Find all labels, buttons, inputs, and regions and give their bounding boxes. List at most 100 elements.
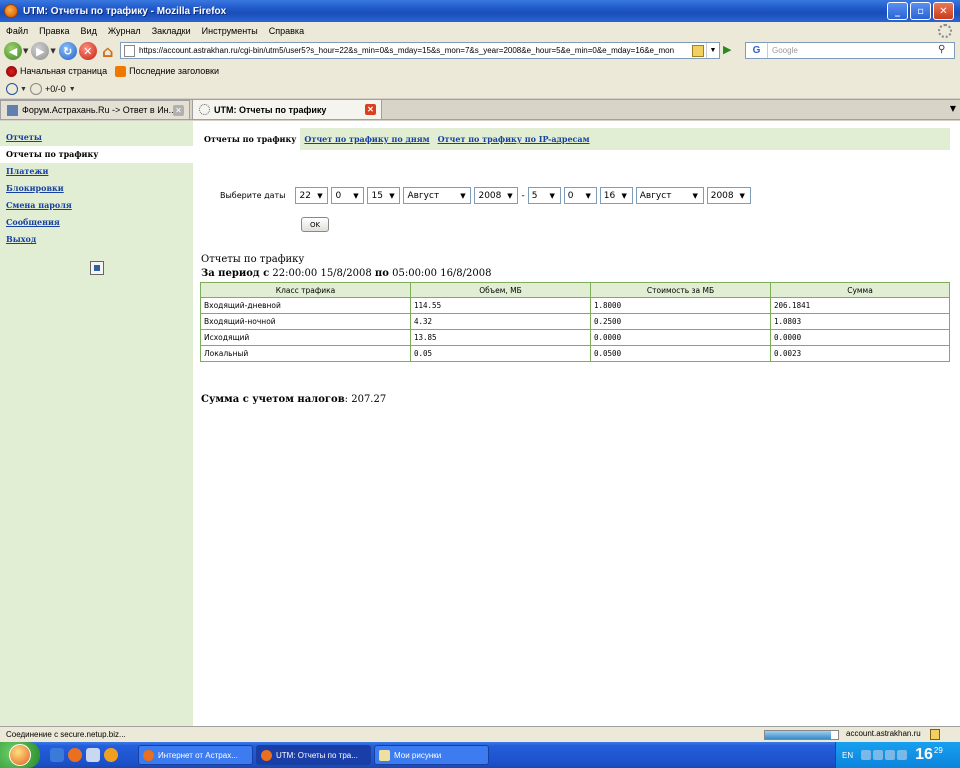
stop-icon[interactable]: ✕ <box>78 42 97 60</box>
taskbar-item-internet[interactable]: Интернет от Астрах... <box>138 745 253 765</box>
url-history-dropdown-icon[interactable]: ▼ <box>706 43 719 58</box>
bookmark-latest-headlines[interactable]: Последние заголовки <box>115 65 219 77</box>
show-desktop-icon[interactable] <box>86 748 100 762</box>
end-day-select[interactable]: 16 ▼ <box>599 187 633 204</box>
chevron-down-icon: ▼ <box>692 191 698 200</box>
table-cell: Исходящий <box>200 329 411 346</box>
title-bar: UTM: Отчеты по трафику - Mozilla Firefox… <box>0 0 960 22</box>
extension-icon[interactable] <box>6 83 18 95</box>
end-min-select[interactable]: 0 ▼ <box>563 187 597 204</box>
go-arrow-icon[interactable]: ▶ <box>723 43 737 57</box>
end-month-select[interactable]: Август ▼ <box>635 187 704 204</box>
tray-network-icon[interactable] <box>873 750 884 760</box>
start-month-select[interactable]: Август ▼ <box>403 187 472 204</box>
tab-close-icon[interactable]: ✕ <box>173 105 184 116</box>
bookmark-home-page[interactable]: Начальная страница <box>6 65 107 77</box>
tab-close-icon[interactable]: ✕ <box>365 104 376 115</box>
start-button[interactable] <box>0 742 40 768</box>
clock[interactable]: 16 29 <box>915 746 943 764</box>
taskbar-item-my-pictures[interactable]: Мои рисунки <box>374 745 489 765</box>
reload-icon[interactable]: ↻ <box>58 42 77 60</box>
end-hour-select[interactable]: 5 ▼ <box>527 187 561 204</box>
tab-strip: Форум.Астрахань.Ru -> Ответ в Ин... ✕ UT… <box>0 99 960 120</box>
ie-icon[interactable] <box>50 748 64 762</box>
sidebar-item-messages[interactable]: Сообщения <box>0 214 193 231</box>
firefox-quicklaunch-icon[interactable] <box>68 748 82 762</box>
task-label: Мои рисунки <box>394 750 442 760</box>
sidebar-item-logout[interactable]: Выход <box>0 231 193 248</box>
ok-button[interactable]: OK <box>301 217 329 232</box>
menu-file[interactable]: Файл <box>6 26 28 36</box>
google-engine-icon[interactable]: G <box>746 43 768 58</box>
bookmarks-toolbar: Начальная страница Последние заголовки <box>0 62 960 80</box>
search-icon[interactable]: ⚲ <box>938 44 952 57</box>
tray-security-icon[interactable] <box>897 750 908 760</box>
home-icon[interactable]: ⌂ <box>99 42 117 61</box>
url-bar[interactable]: https://account.astrakhan.ru/cgi-bin/utm… <box>120 42 720 59</box>
table-cell: 0.0000 <box>590 329 771 346</box>
lock-icon[interactable] <box>692 44 704 57</box>
start-day-select[interactable]: 15 ▼ <box>367 187 401 204</box>
table-cell: 0.05 <box>410 345 591 362</box>
sidebar-item-payments[interactable]: Платежи <box>0 163 193 180</box>
start-min-select[interactable]: 0 ▼ <box>331 187 365 204</box>
back-arrow-icon[interactable]: ◀ <box>4 42 22 60</box>
menu-help[interactable]: Справка <box>269 26 304 36</box>
table-row: Входящий-дневной 114.55 1.8000 206.1841 <box>200 297 950 314</box>
start-hour-select[interactable]: 22 ▼ <box>295 187 329 204</box>
start-year-value: 2008 <box>478 190 502 201</box>
subnav-traffic-by-ip[interactable]: Отчет по трафику по IP-адресам <box>434 128 594 150</box>
sidebar-item-traffic-reports[interactable]: Отчеты по трафику <box>0 146 193 163</box>
tray-volume-icon[interactable] <box>885 750 896 760</box>
counter-label[interactable]: +0/-0 <box>45 84 66 94</box>
app-quicklaunch-icon[interactable] <box>104 748 118 762</box>
start-day-value: 15 <box>371 190 383 201</box>
end-year-select[interactable]: 2008 ▼ <box>706 187 751 204</box>
end-min-value: 0 <box>567 190 574 201</box>
menu-tools[interactable]: Инструменты <box>202 26 258 36</box>
counter-dropdown-icon[interactable]: ▼ <box>69 86 76 93</box>
menu-history[interactable]: Журнал <box>108 26 141 36</box>
forward-dropdown-icon[interactable]: ▼ <box>50 47 55 55</box>
extension-dropdown-icon[interactable]: ▼ <box>20 86 27 93</box>
taskbar-item-utm[interactable]: UTM: Отчеты по тра... <box>256 745 371 765</box>
close-button[interactable]: ✕ <box>933 2 954 20</box>
folder-icon <box>379 749 390 761</box>
window-title: UTM: Отчеты по трафику - Mozilla Firefox <box>23 5 227 17</box>
language-indicator[interactable]: EN <box>842 751 853 760</box>
system-tray: EN 16 29 <box>835 742 960 768</box>
tab-list-icon[interactable]: ▼ <box>950 104 956 113</box>
end-year-value: 2008 <box>710 190 734 201</box>
forum-favicon-icon <box>7 104 18 116</box>
counter-icon[interactable] <box>29 83 42 95</box>
sidebar-item-blocks[interactable]: Блокировки <box>0 180 193 197</box>
chevron-down-icon: ▼ <box>507 191 513 200</box>
table-cell: 1.0803 <box>770 313 950 330</box>
sidebar-item-reports[interactable]: Отчеты <box>0 129 193 146</box>
subnav-traffic-by-days[interactable]: Отчет по трафику по дням <box>300 128 433 150</box>
url-text[interactable]: https://account.astrakhan.ru/cgi-bin/utm… <box>139 46 690 55</box>
page-content: Отчеты Отчеты по трафику Платежи Блокиро… <box>0 121 960 726</box>
menu-bookmarks[interactable]: Закладки <box>152 26 191 36</box>
forward-arrow-icon[interactable]: ▶ <box>31 42 50 60</box>
tab-forum[interactable]: Форум.Астрахань.Ru -> Ответ в Ин... ✕ <box>0 100 190 119</box>
sidebar-item-change-password[interactable]: Смена пароля <box>0 197 193 214</box>
back-dropdown-icon[interactable]: ▼ <box>23 47 28 55</box>
table-cell: 114.55 <box>410 297 591 314</box>
table-cell: 0.2500 <box>590 313 771 330</box>
tab-utm-report[interactable]: UTM: Отчеты по трафику ✕ <box>192 99 382 119</box>
total-label: Сумма с учетом налогов <box>201 394 345 405</box>
task-label: Интернет от Астрах... <box>158 750 238 760</box>
search-input[interactable]: G Google ⚲ <box>745 42 955 59</box>
subnav-traffic-report[interactable]: Отчеты по трафику <box>200 128 301 150</box>
tray-app-icon[interactable] <box>861 750 872 760</box>
start-year-select[interactable]: 2008 ▼ <box>474 187 519 204</box>
navigation-toolbar: ◀ ▼ ▶ ▼ ↻ ✕ ⌂ https://account.astrakhan.… <box>0 40 960 62</box>
minimize-button[interactable]: _ <box>887 2 908 20</box>
menu-view[interactable]: Вид <box>81 26 97 36</box>
maximize-button[interactable]: ▫ <box>910 2 931 20</box>
menu-edit[interactable]: Правка <box>39 26 69 36</box>
clock-minute: 29 <box>933 746 943 755</box>
period-mid: по <box>374 268 389 279</box>
security-lock-icon[interactable] <box>930 729 940 740</box>
